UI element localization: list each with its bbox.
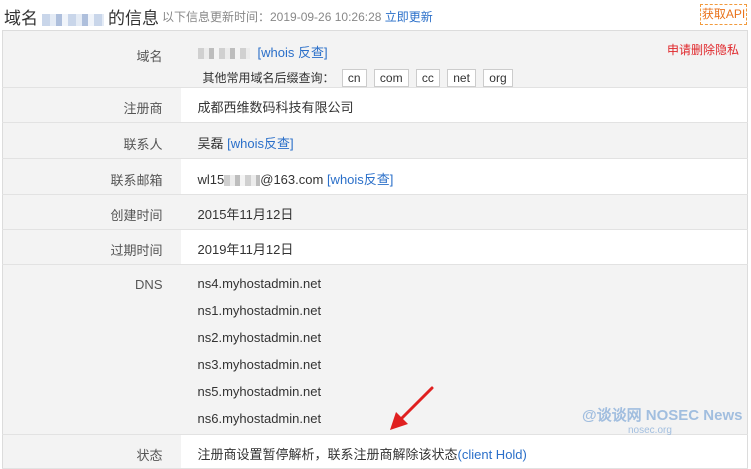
contact-label: 联系人 (2, 122, 181, 159)
other-tlds-label: 其他常用域名后缀查询： (202, 71, 335, 85)
domain-line: [whois 反查] (197, 42, 748, 61)
status-value-cell: 注册商设置暂停解析，联系注册商解除该状态(client Hold) (180, 434, 748, 469)
get-api-button[interactable]: 获取API (700, 4, 747, 25)
update-now-link[interactable]: 立即更新 (385, 10, 433, 24)
dns-row: DNS ns4.myhostadmin.net ns1.myhostadmin.… (2, 264, 748, 435)
registrar-row: 注册商 成都西维数码科技有限公司 (2, 87, 748, 123)
request-privacy-removal-link[interactable]: 申请删除隐私 (667, 41, 739, 58)
domain-value-cell: [whois 反查] 其他常用域名后缀查询： cn com cc net org… (180, 30, 748, 88)
registrar-value: 成都西维数码科技有限公司 (180, 87, 748, 123)
tld-net[interactable]: net (447, 69, 476, 87)
page-title: 域名 的信息 (4, 4, 159, 29)
registrar-label: 注册商 (2, 87, 181, 123)
contact-whois-link[interactable]: [whois反查] (227, 136, 293, 151)
created-row: 创建时间 2015年11月12日 (2, 194, 748, 230)
page-header: 域名 的信息 以下信息更新时间：2019-09-26 10:26:28 立即更新 … (0, 0, 751, 30)
email-value-cell: wl15 @163.com [whois反查] (180, 158, 748, 195)
contact-row: 联系人 吴磊 [whois反查] (2, 122, 748, 159)
update-info: 以下信息更新时间：2019-09-26 10:26:28 立即更新 (162, 8, 433, 25)
email-whois-link[interactable]: [whois反查] (327, 172, 393, 187)
title-prefix: 域名 (4, 9, 38, 28)
tld-org[interactable]: org (483, 69, 513, 87)
title-suffix: 的信息 (108, 9, 159, 28)
created-value: 2015年11月12日 (180, 194, 748, 230)
created-label: 创建时间 (2, 194, 181, 230)
dns-server-1: ns4.myhostadmin.net (197, 276, 322, 291)
client-hold-link[interactable]: (client Hold) (458, 447, 527, 462)
expire-label: 过期时间 (2, 229, 181, 265)
tld-com[interactable]: com (373, 69, 409, 87)
domain-row: 域名 [whois 反查] 其他常用域名后缀查询： cn com cc net … (2, 30, 748, 88)
dns-server-3: ns2.myhostadmin.net (197, 330, 322, 345)
redacted-domain (42, 13, 104, 26)
tld-cn[interactable]: cn (341, 69, 367, 87)
email-label: 联系邮箱 (2, 158, 181, 195)
email-suffix: @163.com (260, 172, 324, 187)
dns-list: ns4.myhostadmin.net ns1.myhostadmin.net … (180, 264, 748, 435)
email-row: 联系邮箱 wl15 @163.com [whois反查] (2, 158, 748, 195)
dns-server-6: ns6.myhostadmin.net (197, 411, 322, 426)
update-time-text: 以下信息更新时间：2019-09-26 10:26:28 (162, 10, 382, 24)
whois-info-table: 域名 [whois 反查] 其他常用域名后缀查询： cn com cc net … (2, 30, 748, 469)
contact-name: 吴磊 (197, 136, 224, 151)
other-tlds: 其他常用域名后缀查询： cn com cc net org (198, 69, 748, 87)
domain-whois-link[interactable]: [whois 反查] (258, 45, 328, 60)
tld-cc[interactable]: cc (415, 69, 440, 87)
email-prefix: wl15 (197, 172, 225, 187)
dns-label: DNS (2, 264, 181, 435)
status-text: 注册商设置暂停解析，联系注册商解除该状态 (197, 447, 458, 462)
status-row: 状态 注册商设置暂停解析，联系注册商解除该状态(client Hold) (2, 434, 748, 469)
contact-value-cell: 吴磊 [whois反查] (180, 122, 748, 159)
dns-server-5: ns5.myhostadmin.net (197, 384, 322, 399)
dns-server-2: ns1.myhostadmin.net (197, 303, 322, 318)
expire-row: 过期时间 2019年11月12日 (2, 229, 748, 265)
expire-value: 2019年11月12日 (180, 229, 748, 265)
redacted-email-part (224, 175, 261, 187)
redacted-domain-value (197, 48, 250, 60)
domain-label: 域名 (2, 30, 181, 88)
status-label: 状态 (2, 434, 181, 469)
dns-server-4: ns3.myhostadmin.net (197, 357, 322, 372)
